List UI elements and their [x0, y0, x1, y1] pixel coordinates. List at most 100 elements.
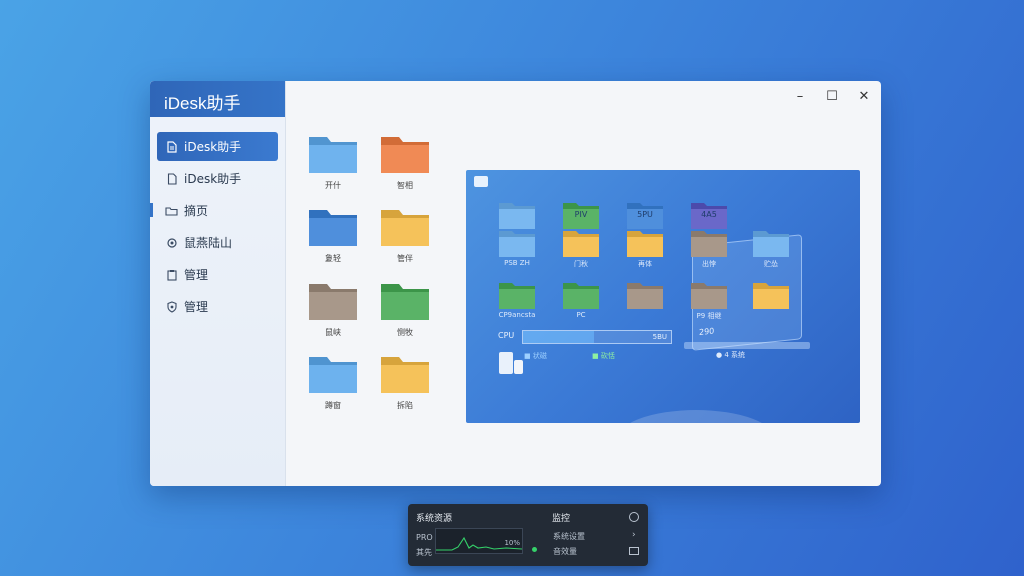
- preview-folder-inner: 5PU: [637, 210, 653, 219]
- sidebar-item-label: 摘页: [184, 204, 209, 218]
- row-label-pro: PRO: [416, 533, 433, 542]
- folder-item[interactable]: 管伴: [375, 204, 435, 272]
- folder-label: 鼠峡: [325, 328, 341, 337]
- app-title: iDesk助手: [150, 81, 285, 117]
- sidebar-item-idesk-assistant-2[interactable]: iDesk助手: [157, 164, 278, 193]
- preview-status-text: ● 4 系统: [716, 351, 746, 359]
- preview-folder: 再体: [626, 228, 664, 268]
- clipboard-icon: [165, 268, 178, 281]
- folder-label: 管伴: [397, 254, 413, 263]
- preview-folder-label: 再体: [638, 260, 652, 268]
- preview-decor-arc: [616, 410, 776, 423]
- sidebar-item-label: 鼠燕陆山: [184, 236, 233, 250]
- folder-icon: [381, 210, 429, 246]
- sidebar-item-manage[interactable]: 管理: [157, 260, 278, 289]
- preview-folder-label: PSB ZH: [504, 259, 530, 267]
- folder-icon: [381, 137, 429, 173]
- preview-folder-label: P9 相继: [696, 312, 722, 320]
- maximize-button[interactable]: ☐: [825, 89, 839, 103]
- folder-item[interactable]: 鼠峡: [303, 278, 363, 346]
- sidebar-item-label: iDesk助手: [184, 172, 242, 186]
- preview-folder: 5PU: [626, 200, 664, 230]
- folder-icon: [309, 357, 357, 393]
- preview-device-icon-2: [514, 360, 523, 374]
- preview-legend-1: ■ 状磁: [524, 352, 547, 360]
- folder-label: 蹲窗: [325, 401, 341, 410]
- preview-folder-label: 贮怂: [764, 260, 778, 268]
- sidebar-item-idesk-assistant[interactable]: iDesk助手: [157, 132, 278, 161]
- preview-folder: PIV: [562, 200, 600, 230]
- folder-icon: [381, 357, 429, 393]
- sidebar-item-pages[interactable]: 摘页: [150, 196, 278, 225]
- monitor-title: 监控: [552, 514, 571, 524]
- folder-item[interactable]: 蹲窗: [303, 351, 363, 419]
- menu-system-settings[interactable]: 系统设置: [553, 531, 585, 542]
- preview-folder-label: 门秋: [574, 260, 588, 268]
- preview-folder: 4A5: [690, 200, 728, 230]
- panel-info-icon[interactable]: [629, 512, 639, 522]
- folder-label: 恻牧: [397, 328, 413, 337]
- panel-title: 系统资源: [416, 514, 453, 524]
- sidebar: iDesk助手 iDesk助手 iDesk助手 摘页 鼠燕陆山 管理 管理: [150, 81, 286, 486]
- preview-legend-2: ■ 砍恬: [592, 352, 615, 360]
- sidebar-item-label: iDesk助手: [184, 140, 242, 154]
- folder-item[interactable]: 开什: [303, 131, 363, 199]
- folder-item[interactable]: 拆陷: [375, 351, 435, 419]
- preview-folder: [498, 200, 536, 230]
- folder-item[interactable]: 智相: [375, 131, 435, 199]
- folder-label: 夐轻: [325, 254, 341, 263]
- preview-folder: 贮怂: [752, 228, 790, 268]
- folder-item[interactable]: 夐轻: [303, 204, 363, 272]
- preview-folder: 出悖: [690, 228, 728, 268]
- document-icon: [165, 140, 178, 153]
- folder-icon: [309, 210, 357, 246]
- preview-folder-label: 出悖: [702, 260, 716, 268]
- sidebar-nav: iDesk助手 iDesk助手 摘页 鼠燕陆山 管理 管理: [150, 132, 285, 321]
- folder-label: 拆陷: [397, 401, 413, 410]
- folder-grid: 开什 智相 夐轻 管伴 鼠峡 恻牧 蹲窗 拆陷: [286, 81, 466, 486]
- preview-folder: [626, 280, 664, 310]
- sidebar-item-manage-2[interactable]: 管理: [157, 292, 278, 321]
- sidebar-item-settings[interactable]: 鼠燕陆山: [157, 228, 278, 257]
- chevron-right-icon[interactable]: ›: [632, 530, 636, 540]
- preview-folder: 门秋: [562, 228, 600, 268]
- close-button[interactable]: ✕: [857, 89, 871, 103]
- desktop-preview: 290 PIV 5PU 4A5 PSB ZH 门秋 再体 出悖 贮怂 CP9an…: [466, 170, 860, 423]
- app-window: iDesk助手 iDesk助手 iDesk助手 摘页 鼠燕陆山 管理 管理 – …: [150, 81, 881, 486]
- gear-icon: [165, 236, 178, 249]
- row-label-other: 其先: [416, 548, 432, 557]
- preview-folder: P9 相继: [690, 280, 728, 320]
- folder-icon: [381, 284, 429, 320]
- monitor-icon[interactable]: [629, 547, 639, 555]
- preview-folder-label: CP9ancsta: [498, 311, 536, 319]
- graph-value: 10%: [504, 539, 520, 547]
- cpu-label: CPU: [498, 331, 515, 340]
- preview-folder: PC: [562, 280, 600, 319]
- folder-label: 开什: [325, 181, 341, 190]
- menu-volume[interactable]: 音效量: [553, 546, 577, 557]
- cpu-fill-bar: [523, 331, 595, 343]
- minimize-button[interactable]: –: [793, 89, 807, 103]
- folder-item[interactable]: 恻牧: [375, 278, 435, 346]
- resource-graph: 10%: [435, 528, 523, 554]
- laptop-base-graphic: [684, 342, 810, 349]
- shield-gear-icon: [165, 300, 178, 313]
- preview-app-icon: [474, 176, 488, 187]
- file-icon: [165, 172, 178, 185]
- sidebar-item-label: 管理: [184, 300, 209, 314]
- cpu-meter: CPU 5BU: [498, 330, 676, 344]
- folder-outline-icon: [165, 204, 178, 217]
- preview-folder-inner: PIV: [574, 210, 588, 219]
- sidebar-item-label: 管理: [184, 268, 209, 282]
- preview-folder-inner: 4A5: [701, 210, 717, 219]
- laptop-text: 290: [699, 326, 715, 338]
- preview-folder: [752, 280, 790, 310]
- graph-indicator-icon: [532, 547, 537, 552]
- cpu-track: 5BU: [522, 330, 672, 344]
- preview-device-icon: [499, 352, 513, 374]
- folder-icon: [309, 137, 357, 173]
- preview-folder: CP9ancsta: [498, 280, 536, 319]
- preview-folder: PSB ZH: [498, 228, 536, 267]
- preview-folder-label: PC: [576, 311, 586, 319]
- cpu-value: 5BU: [652, 333, 667, 341]
